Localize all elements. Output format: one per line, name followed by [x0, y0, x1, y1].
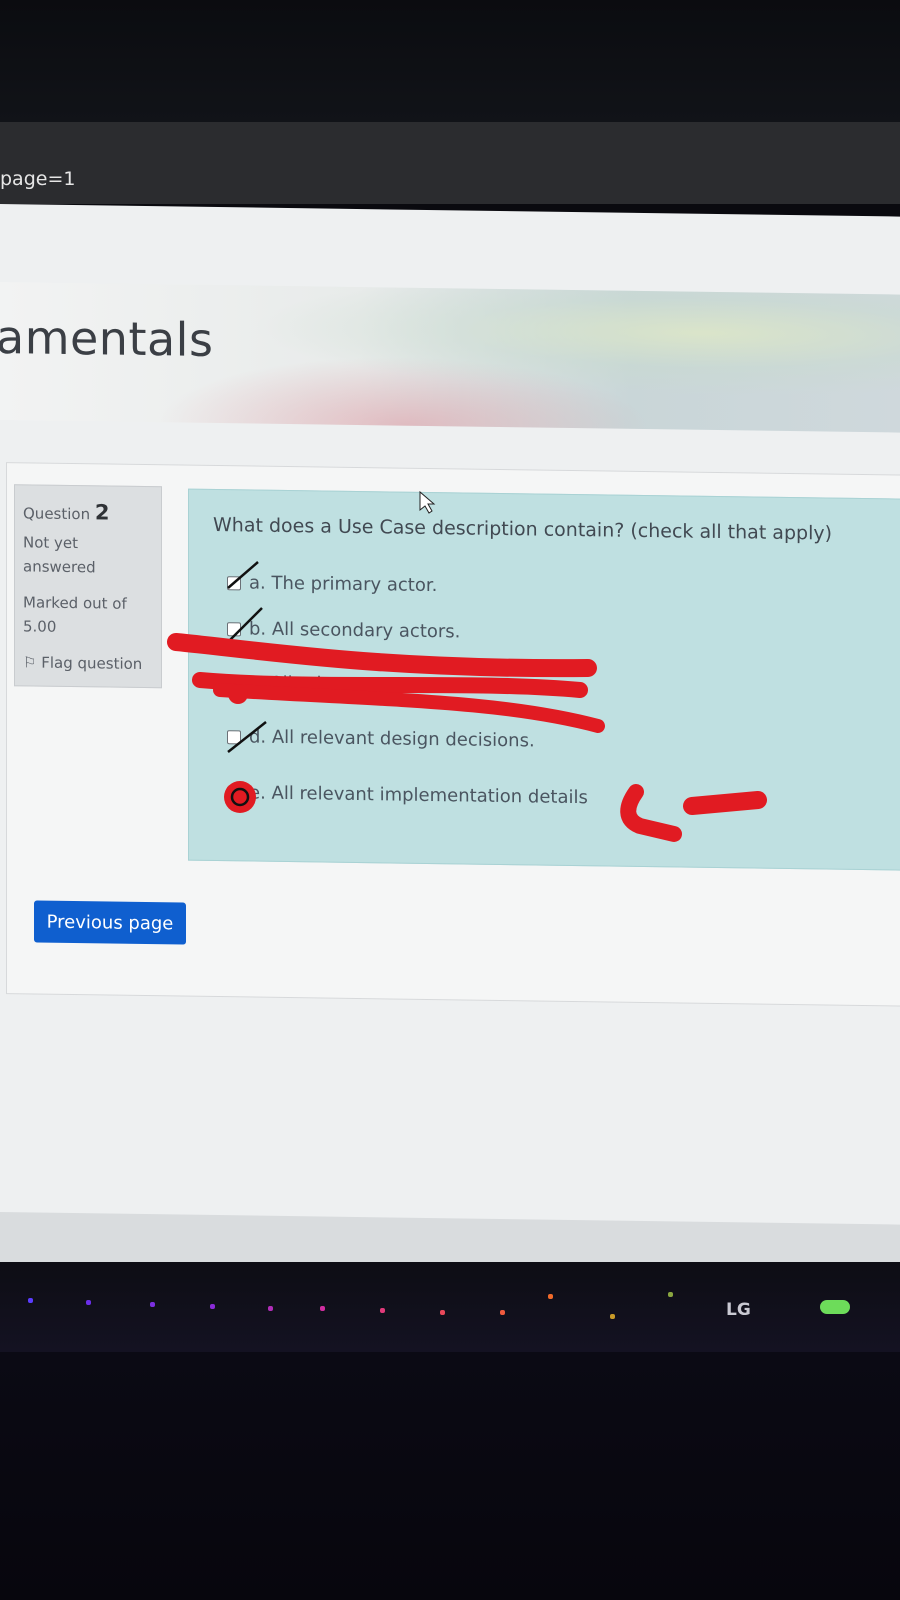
question-number: 2 — [94, 500, 110, 525]
option-c-label: c. All relevant — [249, 672, 373, 696]
option-e[interactable]: e. All relevant implementation details — [227, 782, 588, 808]
keyboard-backlight — [0, 1262, 900, 1352]
question-label: Question — [23, 504, 91, 524]
status-line1: Not yet — [23, 533, 79, 553]
monitor-brand-logo: LG — [726, 1300, 751, 1320]
browser-address-bar[interactable] — [0, 122, 900, 204]
flag-icon: ⚐ — [23, 653, 37, 672]
option-a-label: a. The primary actor. — [249, 572, 438, 597]
previous-page-button[interactable]: Previous page — [34, 900, 186, 945]
flag-question-label[interactable]: Flag question — [41, 654, 142, 673]
option-c[interactable]: c. All relevant — [227, 672, 373, 695]
option-e-checkbox[interactable] — [227, 785, 241, 800]
question-number-row: Question 2 — [23, 499, 110, 524]
flag-question-link[interactable]: ⚐ Flag question — [23, 653, 142, 673]
question-info-box: Question 2 Not yet answered Marked out o… — [14, 484, 162, 689]
option-b[interactable]: b. All secondary actors. — [227, 618, 460, 642]
status-line2: answered — [23, 557, 96, 577]
option-b-checkbox[interactable] — [227, 621, 241, 636]
option-c-checkbox[interactable] — [227, 675, 241, 690]
option-e-label: e. All relevant implementation details — [249, 782, 588, 809]
desk-surface — [0, 1352, 900, 1600]
question-box: What does a Use Case description contain… — [188, 488, 900, 871]
option-d-label: d. All relevant design decisions. — [249, 726, 535, 752]
option-a-checkbox[interactable] — [227, 575, 241, 590]
monitor-bezel-top — [0, 0, 900, 122]
option-a[interactable]: a. The primary actor. — [227, 572, 437, 596]
marked-line2: 5.00 — [23, 617, 57, 636]
option-d-checkbox[interactable] — [227, 729, 241, 744]
browser-viewport: amentals Question 2 Not yet answered Mar… — [0, 204, 900, 1281]
url-text[interactable]: page=1 — [0, 168, 75, 190]
option-b-label: b. All secondary actors. — [249, 618, 461, 643]
marked-line1: Marked out of — [23, 593, 127, 613]
option-d[interactable]: d. All relevant design decisions. — [227, 726, 535, 751]
course-header-banner: amentals — [0, 282, 900, 433]
course-title: amentals — [0, 309, 214, 367]
question-text: What does a Use Case description contain… — [213, 513, 833, 545]
